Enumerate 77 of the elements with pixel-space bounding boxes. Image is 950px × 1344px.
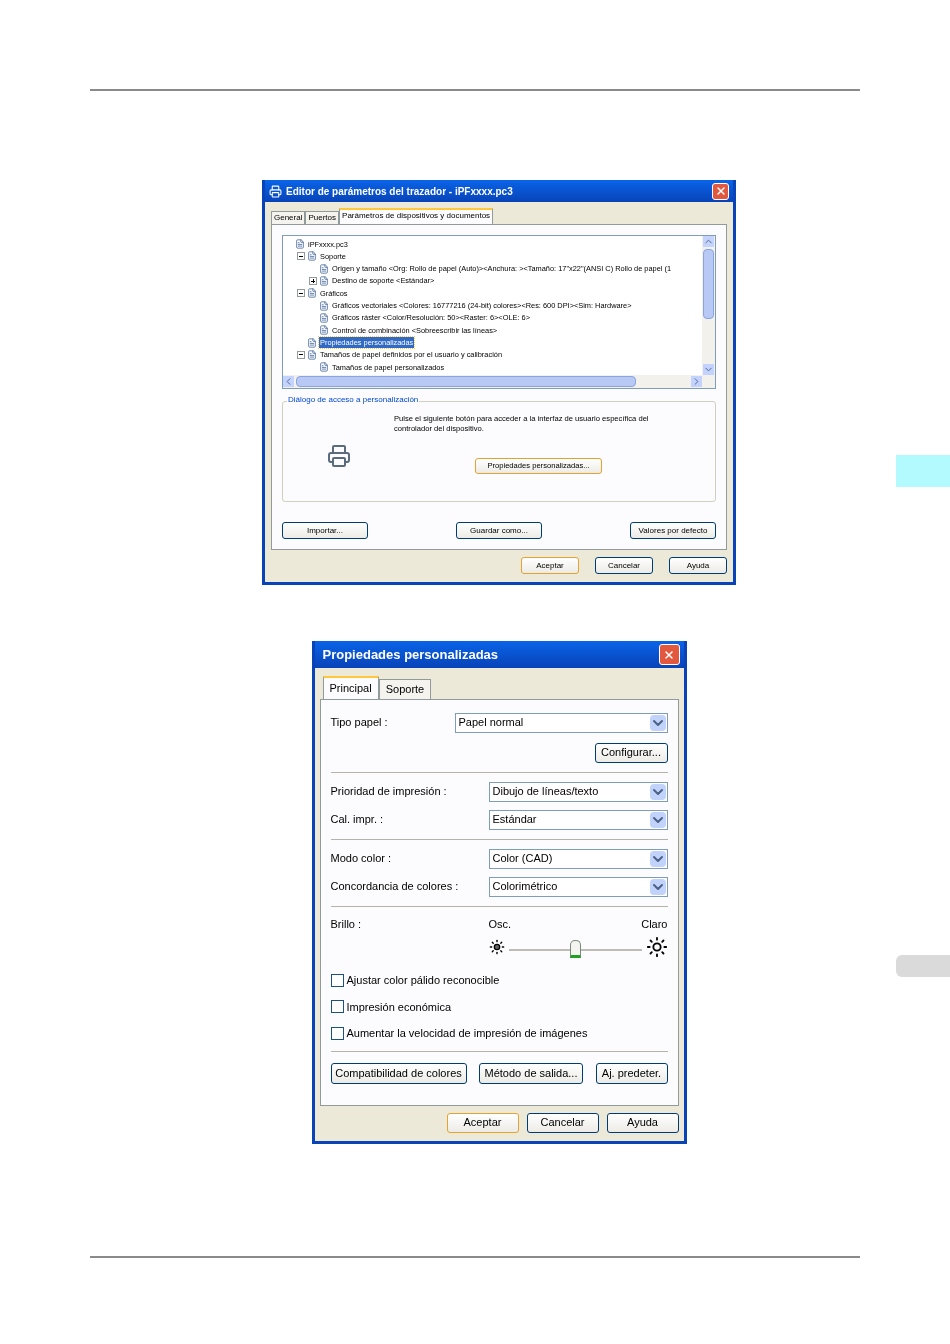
checkbox[interactable] [330, 1026, 344, 1040]
document-icon [307, 349, 317, 360]
field-label: Tipo papel : [330, 715, 388, 731]
field-label: Concordancia de colores : [330, 879, 459, 895]
document-icon [307, 288, 317, 299]
printer-icon [326, 443, 351, 468]
checkbox-label: Ajustar color pálido reconocible [346, 973, 500, 988]
close-icon [714, 185, 727, 197]
window-title: Editor de parámetros del trazador - iPFxxxx.pc3 [286, 184, 513, 199]
tab[interactable]: Puertos [305, 211, 340, 224]
collapse-toggle[interactable] [297, 350, 305, 359]
scroll-up-icon [703, 236, 714, 247]
vertical-scrollbar[interactable] [702, 236, 715, 375]
document-icon [319, 362, 329, 373]
field-label: Prioridad de impresión : [330, 784, 447, 800]
dropdown[interactable]: Color (CAD) [488, 848, 668, 869]
dropdown[interactable]: Dibujo de líneas/texto [488, 781, 668, 802]
slider-max-label: Claro [641, 916, 668, 932]
tab[interactable]: Principal [322, 676, 379, 699]
checkbox[interactable] [330, 1000, 344, 1014]
document-icon [319, 263, 329, 274]
scroll-down-icon [703, 364, 714, 375]
brightness-thumb[interactable] [570, 940, 581, 958]
chevron-down-icon [649, 783, 666, 800]
push-button[interactable]: Importar... [282, 522, 368, 539]
document-icon [319, 300, 329, 311]
close-button[interactable] [658, 644, 680, 665]
checkbox-label: Impresión económica [346, 999, 452, 1015]
tab[interactable]: Parámetros de dispositivos y documentos [339, 208, 494, 224]
collapse-toggle[interactable] [297, 289, 305, 298]
scroll-thumb[interactable] [296, 376, 636, 387]
dropdown[interactable]: Colorimétrico [488, 876, 668, 897]
document-icon [319, 325, 329, 336]
push-button[interactable]: Configurar... [594, 742, 668, 763]
document-icon [307, 337, 317, 348]
scroll-right-icon [691, 376, 702, 387]
expand-toggle[interactable] [309, 277, 317, 286]
dropdown[interactable]: Papel normal [454, 712, 668, 733]
tab[interactable]: Soporte [378, 679, 432, 699]
chevron-down-icon [649, 811, 666, 828]
tab[interactable]: General [271, 211, 306, 224]
chevron-down-icon [649, 714, 666, 731]
slider-min-label: Osc. [488, 916, 512, 932]
bright-sun-icon [645, 936, 668, 958]
push-button[interactable]: Método de salida... [479, 1062, 583, 1084]
group-title: Diálogo de acceso a personalización [287, 396, 420, 404]
field-label: Brillo : [330, 916, 362, 932]
scroll-thumb[interactable] [703, 249, 714, 319]
push-button[interactable]: Aj. predeter. [595, 1062, 668, 1084]
push-button[interactable]: Guardar como... [456, 522, 542, 539]
push-button[interactable]: Valores por defecto [630, 522, 716, 539]
document-icon [307, 251, 317, 262]
dropdown[interactable]: Estándar [488, 809, 668, 830]
field-label: Cal. impr. : [330, 812, 384, 828]
printer-icon [269, 184, 282, 198]
document-icon [295, 239, 305, 250]
document-icon [319, 276, 329, 287]
push-button[interactable]: Ayuda [606, 1112, 679, 1133]
chevron-down-icon [649, 878, 666, 895]
close-icon [663, 648, 675, 661]
chevron-down-icon [649, 850, 666, 867]
push-button[interactable]: Compatibilidad de colores [330, 1062, 467, 1084]
checkbox-label: Aumentar la velocidad de impresión de imágenes [346, 1026, 588, 1041]
document-icon [319, 312, 329, 323]
push-button[interactable]: Aceptar [521, 557, 579, 574]
dim-sun-icon [488, 939, 505, 955]
close-button[interactable] [712, 182, 729, 200]
push-button[interactable]: Ayuda [669, 557, 727, 574]
push-button[interactable]: Cancelar [595, 557, 653, 574]
push-button[interactable]: Aceptar [446, 1112, 519, 1133]
checkbox[interactable] [330, 973, 344, 987]
horizontal-scrollbar[interactable] [283, 375, 715, 388]
collapse-toggle[interactable] [297, 252, 305, 261]
scroll-left-icon [283, 376, 294, 387]
field-label: Modo color : [330, 851, 392, 867]
push-button[interactable]: Cancelar [526, 1112, 599, 1133]
window-title: Propiedades personalizadas [321, 645, 499, 664]
